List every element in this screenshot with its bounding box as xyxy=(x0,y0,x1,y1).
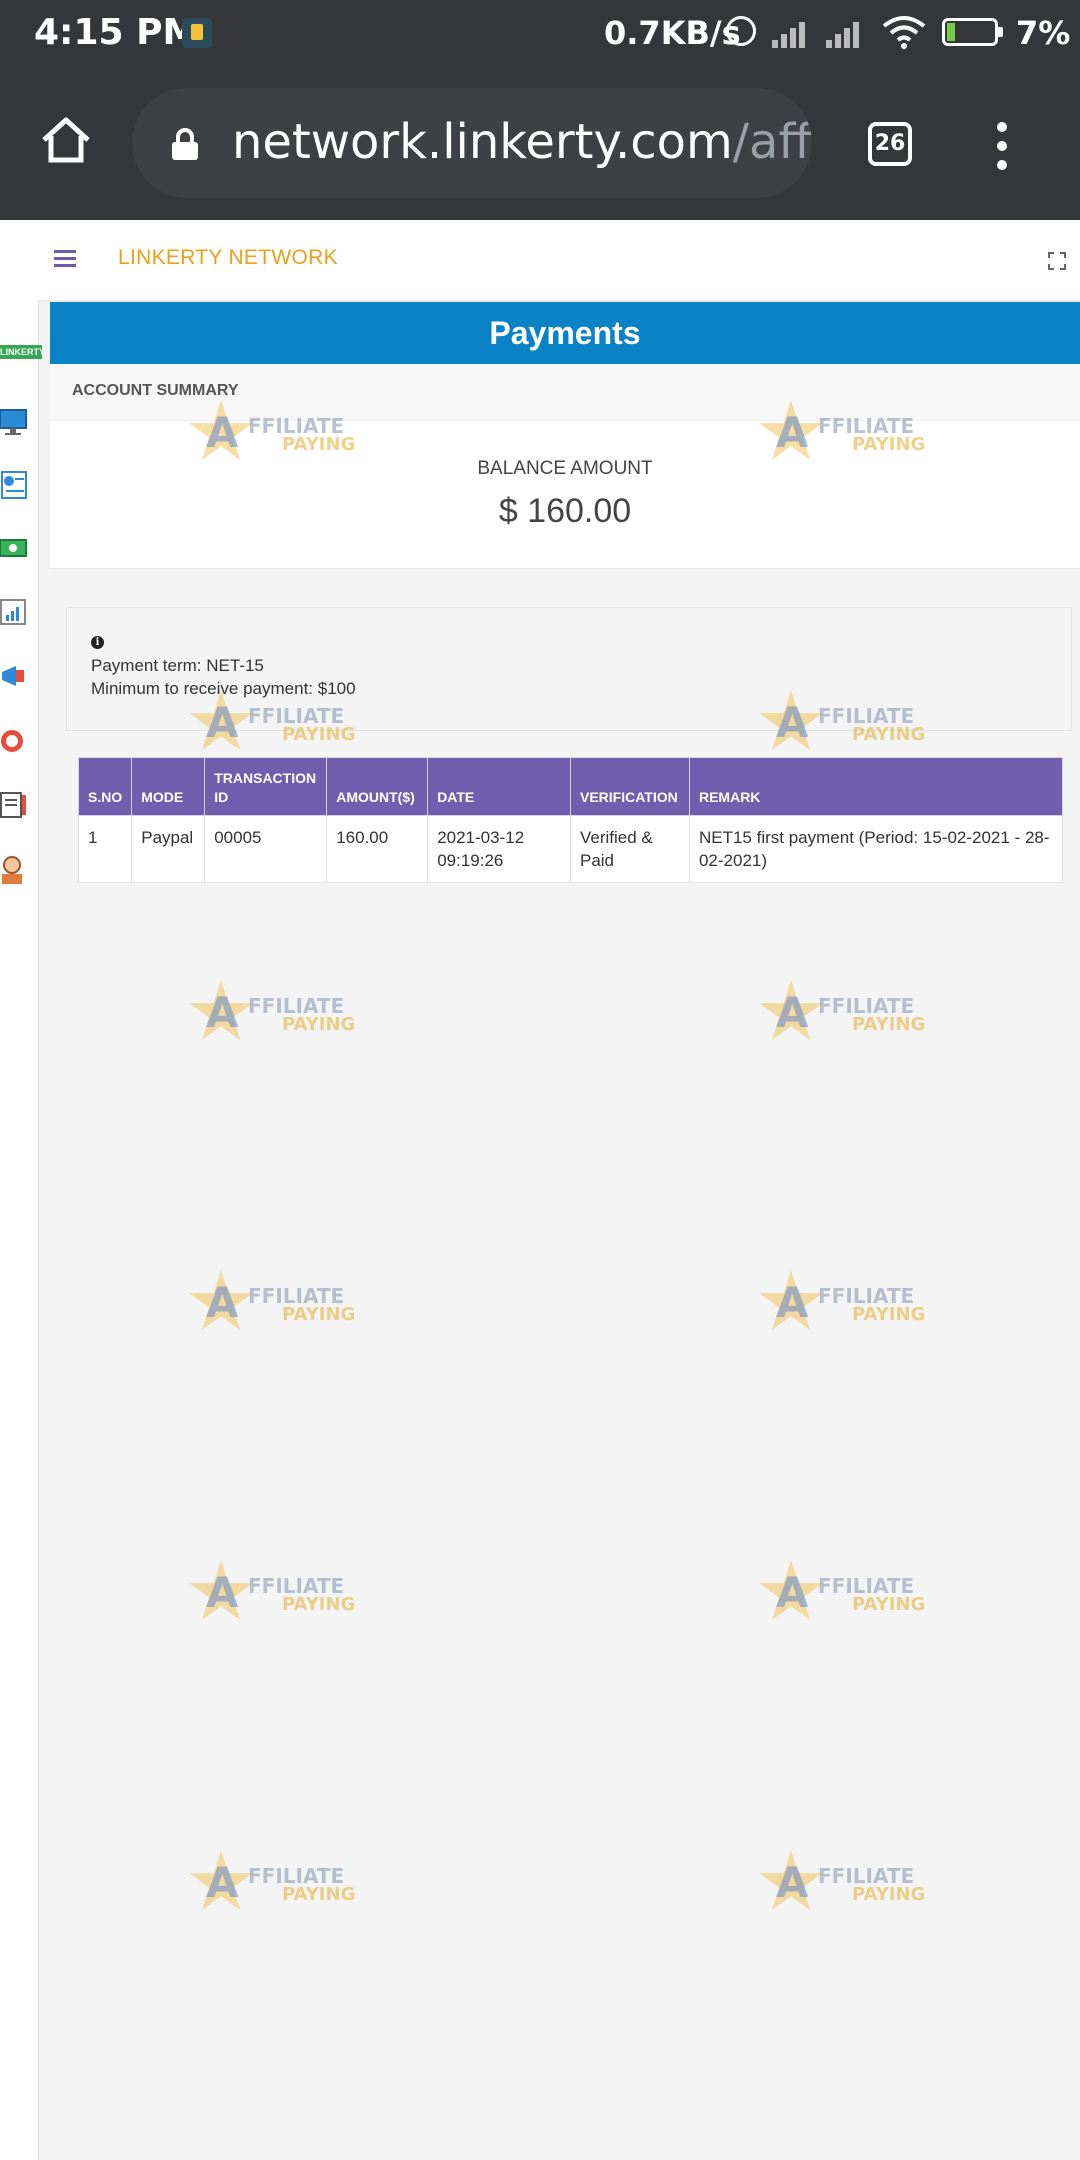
col-header-date[interactable]: DATE xyxy=(427,757,571,816)
affiliate-paying-watermark: A FFILIATE PAYING xyxy=(188,1270,388,1340)
minimum-payment-text: Minimum to receive payment: $100 xyxy=(91,679,356,698)
watermark-star-icon xyxy=(759,1850,823,1911)
balance-amount: $ 160.00 xyxy=(498,492,632,530)
col-header-verification[interactable]: VERIFICATION xyxy=(569,757,690,816)
col-header-mode[interactable]: MODE xyxy=(131,757,206,816)
affiliate-paying-watermark: A FFILIATE PAYING xyxy=(758,1270,958,1340)
profile-avatar-icon[interactable] xyxy=(0,854,28,884)
payment-info-box: i Payment term: NET-15 Minimum to receiv… xyxy=(66,607,1072,731)
payments-table: S.NO MODE TRANSACTION ID AMOUNT($) DATE … xyxy=(77,757,1064,883)
dashboard-monitor-icon[interactable] xyxy=(0,406,28,436)
documents-icon[interactable] xyxy=(0,790,28,820)
watermark-star-icon xyxy=(189,1560,253,1621)
signal-icon-2 xyxy=(826,18,866,48)
col-header-transaction-id[interactable]: TRANSACTION ID xyxy=(204,757,328,816)
battery-icon xyxy=(942,18,1003,46)
affiliate-paying-watermark: A FFILIATE PAYING xyxy=(188,980,388,1050)
watermark-star-icon xyxy=(189,980,253,1041)
status-bar: 4:15 PM 0.7KB/s 7% xyxy=(0,0,1080,66)
cell-verification: Verified & Paid xyxy=(569,815,690,883)
page-title: Payments xyxy=(50,302,1080,364)
info-icon: i xyxy=(91,636,104,649)
col-header-amount[interactable]: AMOUNT($) xyxy=(326,757,429,816)
status-time: 4:15 PM xyxy=(34,12,199,53)
app-header: LINKERTY NETWORK xyxy=(0,220,1080,300)
col-header-remark[interactable]: REMARK xyxy=(688,757,1064,816)
alarm-icon xyxy=(726,16,756,46)
payment-term-text: Payment term: NET-15 xyxy=(91,656,264,675)
sidebar: LINKERTY xyxy=(0,300,42,2160)
support-headset-icon[interactable] xyxy=(0,726,28,756)
browser-toolbar: network.linkerty.com/affi 26 xyxy=(0,66,1080,220)
balance-label: BALANCE AMOUNT xyxy=(477,458,653,479)
url-text: network.linkerty.com/affi xyxy=(232,114,812,170)
cell-transaction-id: 00005 xyxy=(204,815,328,883)
cell-mode: Paypal xyxy=(131,815,206,883)
lock-icon xyxy=(172,128,198,160)
col-header-sno[interactable]: S.NO xyxy=(77,757,133,816)
cell-remark: NET15 first payment (Period: 15-02-2021 … xyxy=(688,815,1064,883)
fullscreen-icon[interactable] xyxy=(1048,252,1066,270)
account-summary-header: ACCOUNT SUMMARY xyxy=(50,364,1080,421)
reports-chart-icon[interactable] xyxy=(0,598,28,628)
campaigns-icon[interactable] xyxy=(0,470,28,500)
signal-icon xyxy=(772,18,812,48)
cell-amount: 160.00 xyxy=(326,815,429,883)
tab-switcher-button[interactable]: 26 xyxy=(868,122,912,166)
cell-date: 2021-03-12 09:19:26 xyxy=(427,815,571,883)
brand-name[interactable]: LINKERTY NETWORK xyxy=(118,246,338,270)
watermark-star-icon xyxy=(189,1850,253,1911)
browser-menu-icon[interactable] xyxy=(996,122,1008,170)
hamburger-menu-icon[interactable] xyxy=(54,250,76,268)
watermark-star-icon xyxy=(759,1270,823,1331)
sidebar-logo[interactable]: LINKERTY xyxy=(0,345,42,359)
notification-app-icon xyxy=(182,18,212,48)
watermark-star-icon xyxy=(759,1560,823,1621)
table-header-row: S.NO MODE TRANSACTION ID AMOUNT($) DATE … xyxy=(77,757,1064,816)
account-summary-card: ACCOUNT SUMMARY BALANCE AMOUNT $ 160.00 xyxy=(50,364,1080,568)
wifi-icon xyxy=(882,16,926,49)
affiliate-paying-watermark: A FFILIATE PAYING xyxy=(758,1850,958,1920)
affiliate-paying-watermark: A FFILIATE PAYING xyxy=(188,1850,388,1920)
promotions-megaphone-icon[interactable] xyxy=(0,662,28,692)
affiliate-paying-watermark: A FFILIATE PAYING xyxy=(188,1560,388,1630)
address-bar[interactable]: network.linkerty.com/affi xyxy=(132,88,812,198)
watermark-star-icon xyxy=(759,980,823,1041)
payments-money-icon[interactable] xyxy=(0,534,28,564)
network-speed: 0.7KB/s xyxy=(604,14,741,52)
cell-sno: 1 xyxy=(77,815,133,883)
account-summary-heading: ACCOUNT SUMMARY xyxy=(72,382,239,399)
affiliate-paying-watermark: A FFILIATE PAYING xyxy=(758,1560,958,1630)
watermark-star-icon xyxy=(189,1270,253,1331)
home-icon[interactable] xyxy=(40,114,92,166)
battery-level: 7% xyxy=(1016,14,1071,52)
table-row: 1 Paypal 00005 160.00 2021-03-12 09:19:2… xyxy=(77,815,1064,883)
affiliate-paying-watermark: A FFILIATE PAYING xyxy=(758,980,958,1050)
